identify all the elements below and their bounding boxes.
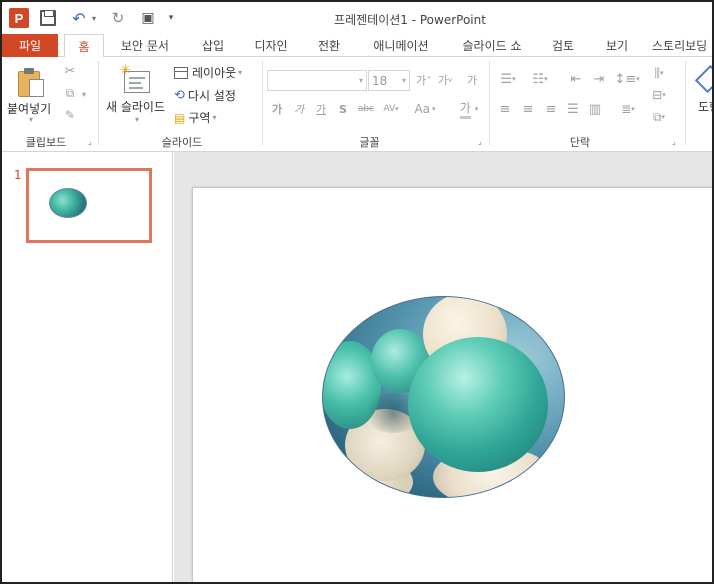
paste-dropdown-icon[interactable]: ▾	[29, 115, 33, 124]
change-case-icon[interactable]: Aa ▾	[410, 101, 440, 117]
reset-button[interactable]: ⟲ 다시 설정	[174, 87, 236, 104]
layout-button[interactable]: 레이아웃 ▾	[174, 64, 242, 81]
align-left-icon[interactable]: ≡	[496, 101, 514, 117]
layout-icon	[174, 66, 188, 79]
clipboard-group-label: 클립보드	[25, 136, 67, 149]
group-divider	[489, 61, 490, 145]
teal-balloon-large	[408, 337, 548, 472]
font-group-label: 글꼴	[359, 136, 380, 149]
font-size-dropdown-icon: ▾	[401, 76, 406, 85]
align-text-icon[interactable]: ⊟ ▾	[647, 87, 671, 103]
group-divider	[98, 61, 99, 145]
convert-to-smartart-icon[interactable]: ⧉ ▾	[647, 109, 671, 125]
decrease-indent-icon[interactable]: ⇤	[567, 70, 585, 88]
character-spacing-icon[interactable]: AV ▾	[380, 101, 402, 117]
grow-font-icon[interactable]: 가 ^	[416, 71, 432, 89]
clipboard-launcher-icon[interactable]: ⌟	[88, 137, 92, 146]
shapes-button[interactable]: 도형	[698, 98, 712, 115]
bold-icon[interactable]: 가	[270, 101, 284, 117]
strikethrough-icon[interactable]: abc	[356, 101, 376, 117]
tab-animations[interactable]: 애니메이션	[362, 34, 440, 57]
section-button[interactable]: ▤ 구역 ▾	[174, 109, 216, 126]
group-divider	[262, 61, 263, 145]
tab-design[interactable]: 디자인	[245, 34, 297, 57]
thumbnail-balloon-image	[49, 188, 87, 218]
shrink-font-icon[interactable]: 가v	[437, 71, 453, 89]
text-direction-icon[interactable]: ⫼ ▾	[647, 65, 671, 81]
format-painter-icon[interactable]: ✎	[62, 107, 78, 123]
tab-file[interactable]: 파일	[2, 34, 58, 57]
new-slide-icon[interactable]: ✳	[120, 63, 152, 95]
tab-view[interactable]: 보기	[596, 34, 638, 57]
align-center-icon[interactable]: ≡	[519, 101, 537, 117]
justify-icon[interactable]: ☰	[564, 101, 582, 117]
underline-icon[interactable]: 가	[314, 101, 328, 117]
paragraph-group-label: 단락	[569, 136, 591, 149]
layout-dropdown-icon: ▾	[238, 68, 243, 77]
window-title: 프레젠테이션1 - PowerPoint	[334, 13, 486, 27]
ribbon-home: 붙여넣기 ▾ ✂ ⧉ ▾ ✎ 클립보드 ⌟ ✳ 새 슬라이드 ▾ 레이아웃 ▾ …	[2, 57, 712, 152]
ribbon-tab-bar: 파일 홈 보안 문서 삽입 디자인 전환 애니메이션 슬라이드 쇼 검토 보기 …	[2, 34, 712, 58]
layout-label: 레이아웃	[192, 66, 237, 80]
balloon-picture-ellipse[interactable]	[322, 296, 565, 498]
font-name-dropdown-icon: ▾	[358, 76, 363, 85]
slide-thumbnail-1[interactable]	[26, 168, 152, 243]
paragraph-align-icon[interactable]: ≣ ▾	[616, 101, 640, 117]
new-slide-button[interactable]: 새 슬라이드	[106, 98, 165, 115]
tab-review[interactable]: 검토	[543, 34, 583, 57]
paste-icon[interactable]	[16, 67, 46, 99]
reset-label: 다시 설정	[187, 89, 236, 103]
bullets-icon[interactable]: ☰ ▾	[496, 70, 520, 88]
new-slide-dropdown-icon[interactable]: ▾	[135, 115, 139, 124]
slide-number: 1	[14, 168, 22, 182]
slides-group-label: 슬라이드	[161, 136, 203, 149]
group-divider	[685, 61, 686, 145]
copy-dropdown-icon[interactable]: ▾	[80, 89, 88, 99]
title-bar: P ↶ ▾ ↻ ▣ ▾ 프레젠테이션1 - PowerPoint	[2, 2, 712, 34]
italic-icon[interactable]: 가	[292, 101, 306, 117]
paragraph-launcher-icon[interactable]: ⌟	[672, 137, 676, 146]
section-dropdown-icon: ▾	[212, 113, 217, 122]
tab-home[interactable]: 홈	[64, 34, 104, 58]
text-shadow-icon[interactable]: S	[336, 101, 350, 117]
numbering-icon[interactable]: ☷ ▾	[528, 70, 552, 88]
font-size-combobox[interactable]: 18 ▾	[368, 70, 410, 91]
tab-insert[interactable]: 삽입	[192, 34, 234, 57]
tab-storyboarding[interactable]: 스토리보딩	[652, 34, 712, 57]
font-name-combobox[interactable]: ▾	[267, 70, 367, 91]
section-label: 구역	[188, 111, 211, 125]
reset-icon: ⟲	[174, 88, 185, 103]
columns-icon[interactable]: ▥	[586, 101, 604, 117]
tab-protected-doc[interactable]: 보안 문서	[110, 34, 180, 57]
section-icon: ▤	[174, 110, 186, 125]
align-right-icon[interactable]: ≡	[542, 101, 560, 117]
copy-icon[interactable]: ⧉	[62, 85, 78, 101]
tab-slideshow[interactable]: 슬라이드 쇼	[452, 34, 532, 57]
increase-indent-icon[interactable]: ⇥	[590, 70, 608, 88]
shape-diamond-icon	[694, 64, 712, 94]
shapes-icon[interactable]	[694, 64, 712, 94]
cut-icon[interactable]: ✂	[62, 63, 78, 79]
font-color-icon[interactable]: 가 ▾	[454, 99, 484, 119]
powerpoint-window: P ↶ ▾ ↻ ▣ ▾ 프레젠테이션1 - PowerPoint 파일 홈 보안…	[0, 0, 714, 584]
tab-transitions[interactable]: 전환	[308, 34, 350, 57]
line-spacing-icon[interactable]: ↕≡ ▾	[614, 70, 640, 88]
font-size-value: 18	[372, 74, 388, 88]
clear-formatting-icon[interactable]: 가	[464, 71, 480, 89]
font-launcher-icon[interactable]: ⌟	[478, 137, 482, 146]
